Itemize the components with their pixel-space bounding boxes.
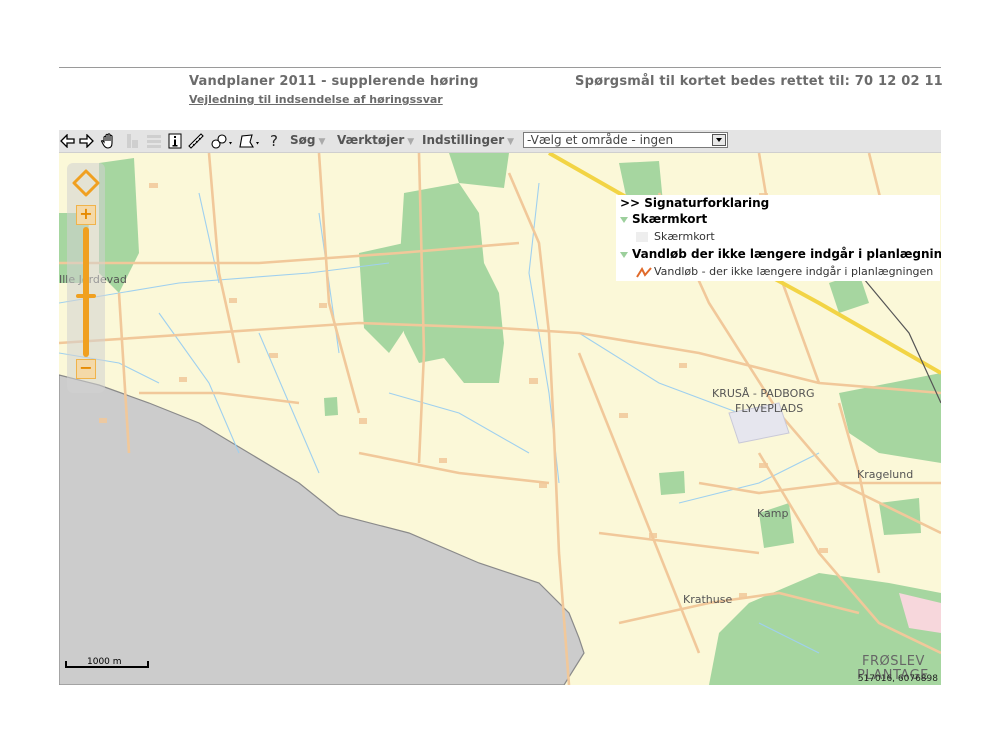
legend-group-label: Vandløb der ikke længere indgår i planlæ… — [632, 247, 941, 261]
page-title: Vandplaner 2011 - supplerende høring — [189, 74, 479, 89]
menu-settings-label: Indstillinger — [422, 133, 505, 147]
zoom-control: + − — [67, 163, 105, 393]
contact-info: Spørgsmål til kortet bedes rettet til: 7… — [575, 74, 943, 89]
map-view[interactable]: Ille Jordevad KRUSÅ - PADBORG FLYVEPLADS… — [59, 153, 941, 685]
legend-header[interactable]: >> Signaturforklaring — [620, 196, 769, 210]
place-label: KRUSÅ - PADBORG — [712, 387, 815, 400]
help-icon[interactable]: ? — [267, 131, 281, 151]
legend-item-skaermkort: Skærmkort — [636, 230, 715, 243]
layers-disabled-icon[interactable] — [145, 131, 163, 151]
zoom-slider-handle[interactable] — [76, 294, 96, 298]
area-select-value: -Vælg et område - ingen — [527, 133, 674, 147]
scale-bar: 1000 m — [65, 657, 151, 669]
place-label: FRØSLEV — [862, 654, 925, 669]
place-label: Kamp — [757, 507, 789, 520]
zoom-in-button[interactable]: + — [76, 205, 96, 225]
legend-group-vandlob[interactable]: Vandløb der ikke længere indgår i planlæ… — [620, 247, 941, 261]
menu-settings[interactable]: Indstillinger ▼ — [422, 133, 514, 147]
map-toolbar: ? Søg ▼ Værktøjer ▼ Indstillinger ▼ -Vælg e… — [59, 130, 941, 153]
scale-label: 1000 m — [87, 657, 122, 667]
pan-compass-icon[interactable] — [72, 169, 100, 197]
pan-hand-icon[interactable] — [99, 131, 119, 151]
zoom-track[interactable] — [83, 227, 89, 357]
stream-line-icon — [636, 266, 652, 278]
area-select[interactable]: -Vælg et område - ingen — [523, 132, 728, 148]
chevron-down-icon: ▼ — [318, 137, 326, 147]
place-label: FLYVEPLADS — [735, 402, 804, 415]
chevron-down-icon: ▼ — [507, 137, 515, 147]
menu-tools-label: Værktøjer — [337, 133, 405, 147]
legend-group-label: Skærmkort — [632, 212, 708, 226]
dropdown-arrow-icon[interactable] — [712, 134, 726, 146]
select-features-icon[interactable] — [209, 131, 235, 151]
legend-item-label: Vandløb - der ikke længere indgår i plan… — [654, 265, 934, 278]
expand-triangle-icon[interactable] — [620, 216, 628, 223]
info-icon[interactable] — [167, 131, 183, 151]
place-label: Kragelund — [857, 468, 914, 481]
place-label: Krathuse — [683, 593, 733, 606]
zoom-out-button[interactable]: − — [76, 359, 96, 379]
menu-tools[interactable]: Værktøjer ▼ — [337, 133, 414, 147]
back-arrow-icon[interactable] — [59, 131, 75, 151]
legend-group-skaermkort[interactable]: Skærmkort — [620, 212, 707, 226]
legend-panel: >> Signaturforklaring Skærmkort Skærmkor… — [616, 195, 941, 281]
header-divider — [59, 67, 941, 68]
expand-triangle-icon[interactable] — [620, 251, 628, 258]
menu-search[interactable]: Søg ▼ — [290, 133, 325, 147]
forward-arrow-icon[interactable] — [78, 131, 94, 151]
identify-disabled-icon[interactable] — [123, 131, 141, 151]
guidance-link[interactable]: Vejledning til indsendelse af høringssva… — [189, 93, 443, 106]
menu-search-label: Søg — [290, 133, 316, 147]
legend-item-vandlob: Vandløb - der ikke længere indgår i plan… — [636, 265, 933, 278]
coordinate-readout: 517016, 6076898 — [857, 674, 938, 684]
draw-polygon-icon[interactable] — [237, 131, 263, 151]
chevron-down-icon: ▼ — [407, 137, 415, 147]
measure-ruler-icon[interactable] — [187, 131, 205, 151]
swatch-icon — [636, 232, 648, 242]
legend-item-label: Skærmkort — [654, 230, 715, 243]
